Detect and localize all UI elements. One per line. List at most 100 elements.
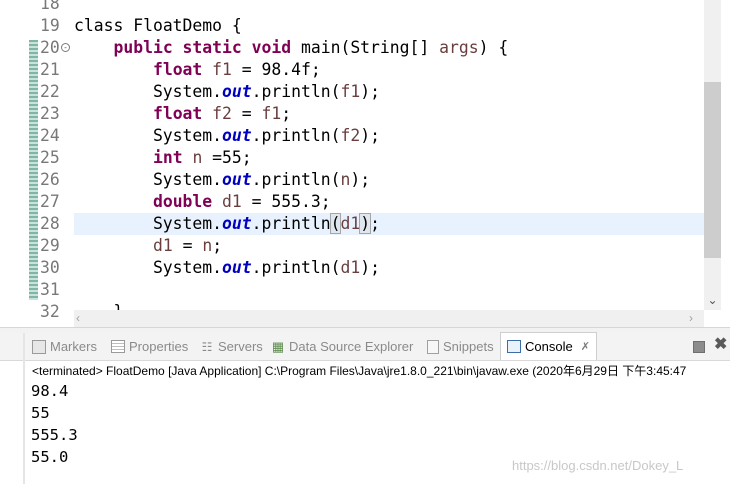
servers-icon: ☷ — [201, 339, 213, 354]
line-number: 29 — [40, 236, 60, 255]
close-view-icon[interactable]: ✖ — [714, 337, 727, 353]
properties-icon — [111, 340, 125, 353]
line-number: 18 — [40, 0, 60, 13]
markers-icon — [32, 339, 46, 354]
console-left-border — [23, 333, 25, 484]
keyword-token: float — [152, 60, 203, 79]
line-number: 28 — [40, 214, 60, 233]
keyword-token: double — [152, 192, 213, 211]
tab-markers[interactable]: Markers — [32, 333, 97, 360]
line-row: 21 float f1 = 98.4f; — [0, 59, 704, 81]
console-line: 55 — [31, 404, 50, 422]
tab-label: Snippets — [443, 339, 494, 354]
code-line-text[interactable]: d1 = n; — [74, 235, 222, 257]
variable-token: args — [439, 38, 479, 57]
line-number: 24 — [40, 126, 60, 145]
tab-properties[interactable]: Properties — [111, 333, 188, 360]
line-row: 26 System.out.println(n); — [0, 169, 704, 191]
data-source-explorer-icon: ▦ — [271, 338, 285, 354]
matching-bracket: ) — [359, 213, 372, 234]
variable-token: d1 — [152, 236, 173, 255]
line-number: 27 — [40, 192, 60, 211]
static-field-token: out — [222, 82, 252, 101]
horizontal-scrollbar[interactable] — [74, 310, 704, 327]
line-number: 21 — [40, 60, 60, 79]
code-line-text[interactable]: System.out.println(d1); — [74, 213, 380, 235]
scroll-down-arrow-icon[interactable]: ⌄ — [704, 292, 721, 308]
line-number: 25 — [40, 148, 60, 167]
keyword-token: class — [74, 16, 124, 35]
line-number: 32 — [40, 302, 60, 321]
snippets-icon — [427, 339, 439, 354]
code-line-text[interactable]: float f2 = f1; — [74, 103, 291, 125]
line-row: 22 System.out.println(f1); — [0, 81, 704, 103]
fold-collapse-icon[interactable]: - — [61, 43, 70, 52]
line-row: 19 class FloatDemo { — [0, 15, 704, 37]
line-row: 28 System.out.println(d1); — [0, 213, 704, 235]
line-number: 19 — [40, 16, 60, 35]
code-line-text[interactable]: float f1 = 98.4f; — [74, 59, 321, 81]
code-line-text[interactable]: class FloatDemo { — [74, 15, 242, 37]
code-line-text[interactable]: System.out.println(d1); — [74, 257, 380, 279]
line-row: 27 double d1 = 555.3; — [0, 191, 704, 213]
tab-snippets[interactable]: Snippets — [427, 333, 494, 360]
line-row: 24 System.out.println(f2); — [0, 125, 704, 147]
line-number: 30 — [40, 258, 60, 277]
code-editor[interactable]: 18 19 class FloatDemo {20- public static v… — [0, 0, 730, 328]
tab-servers[interactable]: ☷ Servers — [200, 333, 263, 360]
console-status: <terminated> FloatDemo [Java Application… — [32, 364, 687, 378]
variable-token: f1 — [261, 104, 282, 123]
scroll-left-arrow-icon[interactable]: ‹ — [76, 310, 90, 327]
keyword-token: float — [152, 104, 203, 123]
variable-token: n — [340, 170, 351, 189]
code-line-text[interactable]: int n =55; — [74, 147, 252, 169]
console-line: 555.3 — [31, 426, 78, 444]
variable-token: f1 — [212, 60, 232, 79]
variable-token: d1 — [340, 258, 361, 277]
line-row: 20- public static void main(String[] arg… — [0, 37, 704, 59]
variable-token: f2 — [340, 126, 361, 145]
vertical-scrollbar-thumb[interactable] — [704, 82, 721, 258]
static-field-token: out — [222, 126, 252, 145]
static-field-token: out — [222, 170, 252, 189]
console-line: 98.4 — [31, 382, 69, 400]
line-row: 31 — [0, 279, 704, 301]
code-line-text[interactable]: System.out.println(n); — [74, 169, 370, 191]
line-number: 31 — [40, 280, 60, 299]
tab-label: Servers — [218, 339, 263, 354]
tab-label: Markers — [50, 339, 97, 354]
console-output[interactable]: 98.4 55 555.3 55.0 — [31, 380, 711, 468]
line-row: 30 System.out.println(d1); — [0, 257, 704, 279]
views-tab-bar: Markers Properties ☷ Servers ▦ Data Sour… — [0, 332, 730, 361]
tab-console[interactable]: Console ✗ — [500, 332, 597, 360]
close-tab-icon[interactable]: ✗ — [581, 340, 590, 353]
line-number: 23 — [40, 104, 60, 123]
line-row: 18 — [0, 0, 704, 15]
variable-token: d1 — [340, 214, 361, 233]
variable-token: d1 — [222, 192, 242, 211]
minimize-view-icon[interactable] — [693, 341, 705, 353]
tab-label: Console — [525, 339, 573, 354]
line-number: 22 — [40, 82, 60, 101]
variable-token: f1 — [340, 82, 361, 101]
line-row: 25 int n =55; — [0, 147, 704, 169]
static-field-token: out — [222, 258, 252, 277]
code-line-text[interactable]: System.out.println(f1); — [74, 81, 380, 103]
watermark: https://blog.csdn.net/Dokey_L — [512, 458, 684, 473]
tab-label: Properties — [129, 339, 189, 354]
line-number: 26 — [40, 170, 60, 189]
variable-token: f2 — [212, 104, 232, 123]
keyword-token: int — [152, 148, 183, 167]
tab-label: Data Source Explorer — [289, 339, 414, 354]
line-row: 23 float f2 = f1; — [0, 103, 704, 125]
scroll-right-arrow-icon[interactable]: › — [689, 310, 703, 327]
tab-data-source-explorer[interactable]: ▦ Data Source Explorer — [271, 333, 413, 360]
code-line-text[interactable]: public static void main(String[] args) { — [74, 37, 508, 59]
code-line-text[interactable]: double d1 = 555.3; — [74, 191, 331, 213]
console-icon — [507, 340, 521, 353]
variable-token: n — [202, 236, 213, 255]
variable-token: n — [192, 148, 203, 167]
code-line-text[interactable]: System.out.println(f2); — [74, 125, 380, 147]
keyword-token: public static void — [113, 38, 292, 57]
static-field-token: out — [222, 214, 252, 233]
